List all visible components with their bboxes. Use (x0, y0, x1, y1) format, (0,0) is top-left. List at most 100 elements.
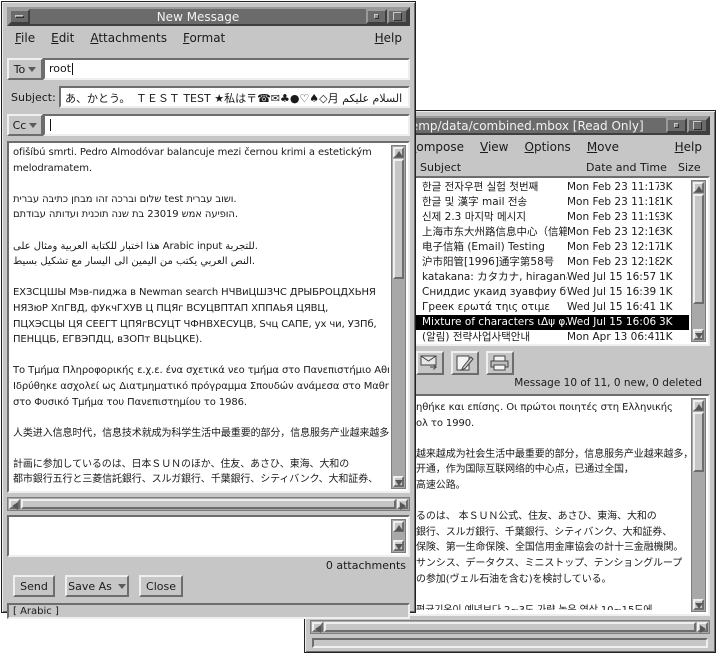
attachments-pane[interactable] (7, 515, 410, 557)
message-date: Mon Feb 23 12:16 (567, 226, 659, 238)
preview-scrollbar[interactable] (691, 398, 706, 612)
message-date: Mon Apr 13 06:41 (567, 331, 659, 342)
minimize-button[interactable] (666, 118, 687, 133)
attachments-status: 0 attachments (325, 559, 406, 572)
chevron-down-icon (28, 66, 37, 72)
menu-file[interactable]: File (7, 30, 43, 46)
scroll-left-icon[interactable] (9, 499, 20, 510)
scroll-up-icon[interactable] (393, 147, 404, 158)
scroll-down-icon[interactable] (393, 540, 404, 551)
message-body-text: ofišíbú smrti. Pedro Almodóvar balancuje… (13, 147, 389, 486)
window-menu-icon (15, 15, 24, 18)
to-label: To (13, 62, 26, 76)
message-size: 1K (659, 196, 673, 208)
scroll-up-icon[interactable] (393, 521, 404, 532)
message-size: 3K (659, 181, 673, 193)
message-size: 3K (659, 316, 673, 328)
scroll-up-icon[interactable] (693, 182, 704, 193)
to-input[interactable]: root (43, 58, 410, 80)
to-row: To root (7, 57, 410, 81)
menu-format[interactable]: Format (175, 30, 233, 46)
compose-message-button[interactable] (451, 351, 479, 375)
menu-help[interactable]: Help (667, 139, 710, 155)
maximize-button[interactable] (687, 118, 708, 133)
cc-row: Cc (7, 113, 410, 137)
save-as-button[interactable]: Save As (65, 575, 129, 597)
compose-message-icon (456, 355, 474, 371)
chevron-down-icon (29, 122, 38, 128)
message-date: Mon Feb 23 12:18 (567, 256, 659, 268)
scrollbar-thumb[interactable] (21, 499, 396, 509)
send-button[interactable]: Send (13, 575, 55, 597)
to-dropdown-button[interactable]: To (7, 58, 43, 80)
scroll-right-icon[interactable] (697, 622, 708, 633)
save-as-label: Save As (68, 579, 112, 593)
message-size: 3K (659, 211, 673, 223)
scroll-down-icon[interactable] (693, 329, 704, 340)
scrollbar-thumb[interactable] (693, 412, 704, 472)
message-date: Mon Feb 23 12:17 (567, 241, 659, 253)
subject-label: Subject: (11, 90, 56, 104)
cc-label: Cc (12, 118, 27, 132)
message-date: Wed Jul 15 16:06 (567, 316, 657, 328)
minimize-button[interactable] (366, 9, 387, 24)
next-message-button[interactable] (416, 351, 444, 375)
menu-help[interactable]: Help (367, 30, 410, 46)
window-menu-button[interactable] (9, 9, 30, 24)
next-message-icon (420, 355, 438, 370)
subject-input[interactable]: あ、かとう。 ＴＥＳＴ TEST ★私は〒☎✉♣●♡♠◇月 السلام علي… (59, 86, 410, 108)
print-button[interactable] (486, 351, 514, 375)
message-size: 1K (659, 301, 673, 313)
mailbox-status-line: Message 10 of 11, 0 new, 0 deleted (514, 377, 702, 389)
menu-view[interactable]: View (472, 139, 516, 155)
message-size: 1K (659, 286, 673, 298)
attachments-scrollbar[interactable] (391, 519, 406, 553)
compose-window-title: New Message (156, 9, 240, 24)
print-icon (490, 355, 509, 371)
menu-edit[interactable]: Edit (43, 30, 82, 46)
text-caret (72, 63, 74, 75)
close-button[interactable]: Close (139, 575, 183, 597)
message-size: 3K (659, 226, 673, 238)
maximize-button[interactable] (387, 9, 408, 24)
message-body-editor[interactable]: ofišíbú smrti. Pedro Almodóvar balancuje… (7, 141, 410, 493)
scroll-up-icon[interactable] (693, 400, 704, 411)
menu-options[interactable]: Options (517, 139, 579, 155)
column-header-size: Size (678, 161, 701, 174)
maximize-icon (693, 121, 702, 130)
menu-attachments[interactable]: Attachments (82, 30, 175, 46)
body-horizontal-scrollbar[interactable] (7, 497, 410, 511)
preview-horizontal-scrollbar[interactable] (310, 620, 710, 634)
message-date: Mon Feb 23 11:17 (567, 181, 659, 193)
minimize-icon (674, 123, 679, 128)
subject-row: Subject: あ、かとう。 ＴＥＳＴ TEST ★私は〒☎✉♣●♡♠◇月 ا… (7, 85, 410, 109)
scrollbar-thumb[interactable] (693, 194, 704, 304)
message-size: 1K (659, 241, 673, 253)
scrollbar-thumb[interactable] (324, 622, 696, 632)
message-date: Mon Feb 23 11:18 (567, 196, 659, 208)
message-size: 1K (659, 331, 673, 342)
scroll-down-icon[interactable] (393, 476, 404, 487)
text-caret (50, 119, 51, 131)
message-list-scrollbar[interactable] (691, 180, 706, 342)
scrollbar-thumb[interactable] (393, 159, 404, 279)
scroll-down-icon[interactable] (693, 599, 704, 610)
message-size: 1K (659, 271, 673, 283)
minimize-icon (374, 14, 379, 19)
subject-value: あ、かとう。 ＴＥＳＴ TEST ★私は〒☎✉♣●♡♠◇月 السلام علي… (65, 92, 403, 105)
menu-move[interactable]: Move (579, 139, 627, 155)
body-scrollbar[interactable] (391, 145, 406, 489)
compose-titlebar[interactable]: New Message (7, 7, 410, 26)
message-date: Mon Feb 23 11:19 (567, 211, 659, 223)
cc-input[interactable] (43, 114, 410, 136)
scroll-right-icon[interactable] (397, 499, 408, 510)
message-date: Wed Jul 15 16:41 (567, 301, 657, 313)
cc-dropdown-button[interactable]: Cc (7, 114, 43, 136)
compose-button-row: Send Save As Close (7, 575, 410, 599)
scroll-left-icon[interactable] (312, 622, 323, 633)
message-size: 2K (659, 256, 673, 268)
compose-window: New Message File Edit Attachments Format… (1, 1, 416, 619)
message-date: Wed Jul 15 16:57 (567, 271, 657, 283)
maximize-icon (393, 12, 402, 21)
mailbox-footer-strip (312, 638, 708, 648)
